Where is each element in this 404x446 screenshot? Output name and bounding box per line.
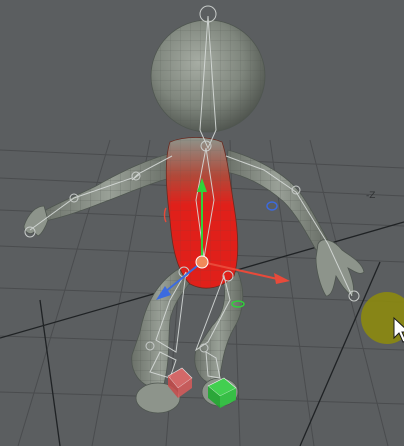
pivot-handle[interactable] xyxy=(195,255,209,269)
z-axis-label: -Z xyxy=(366,191,375,201)
3d-viewport[interactable]: -Z xyxy=(0,0,404,446)
viewport-scene[interactable]: -Z xyxy=(0,0,404,446)
head[interactable] xyxy=(150,19,266,133)
